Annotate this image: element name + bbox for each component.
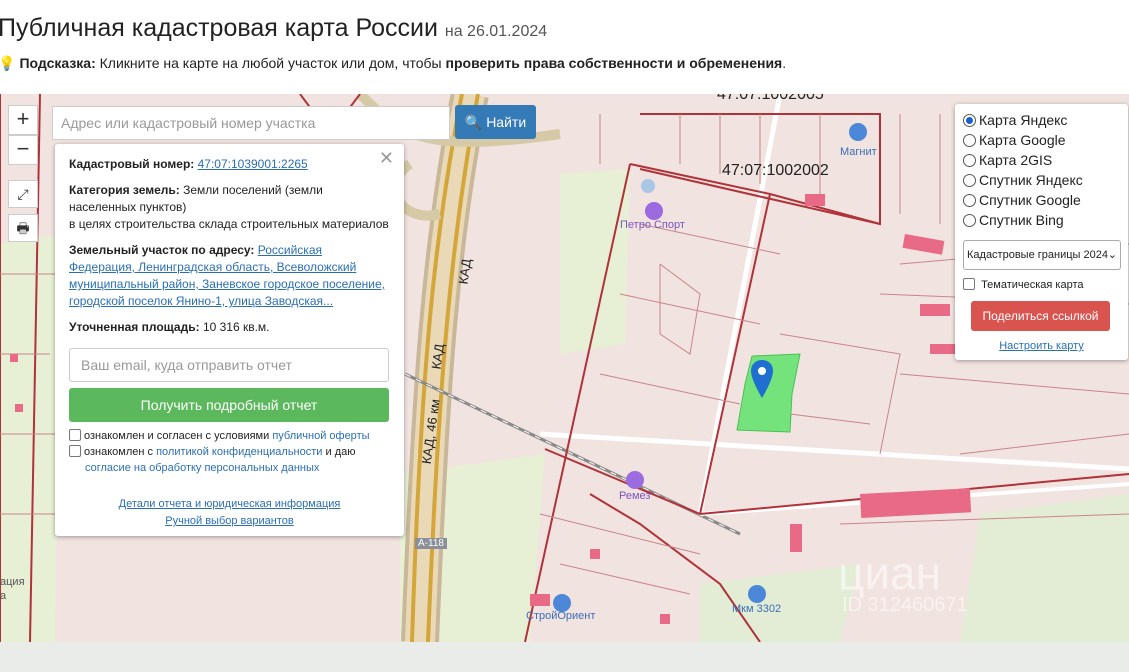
plot-marker-icon[interactable]: [751, 360, 773, 403]
map-label-left-3: а: [0, 590, 7, 602]
radio-icon: [963, 214, 976, 227]
hint-end: .: [782, 55, 787, 71]
report-details-row: Детали отчета и юридическая информация: [55, 496, 404, 512]
thematic-label: Тематическая карта: [981, 279, 1084, 291]
layer-option-label: Спутник Google: [979, 192, 1081, 208]
radio-icon: [963, 134, 976, 147]
select-value: Кадастровые границы 2024: [967, 249, 1108, 261]
layer-option-2gis-map[interactable]: Карта 2GIS: [963, 150, 1120, 170]
hint-text: Кликните на карте на любой участок или д…: [99, 55, 442, 71]
consent2-mid: и даю: [325, 446, 356, 458]
data-consent-link[interactable]: согласие на обработку персональных данны…: [85, 462, 319, 474]
thematic-map-toggle[interactable]: Тематическая карта: [963, 278, 1120, 291]
cadastral-number-row: Кадастровый номер: 47:07:1039001:2265: [69, 156, 390, 173]
layer-option-label: Карта Google: [979, 132, 1066, 148]
fullscreen-button[interactable]: ⤢: [8, 180, 38, 208]
share-link-button[interactable]: Поделиться ссылкой: [971, 301, 1110, 331]
radio-icon: [963, 174, 976, 187]
search-input[interactable]: Адрес или кадастровый номер участка: [52, 106, 450, 140]
category-label: Категория земель:: [69, 183, 180, 197]
watermark-id: ID 312460671: [842, 594, 968, 616]
cad-label: Кадастровый номер:: [69, 157, 195, 171]
radio-icon: [963, 194, 976, 207]
title-text: Публичная кадастровая карта России: [0, 14, 438, 42]
zoom-out-button[interactable]: −: [8, 135, 38, 165]
chevron-down-icon: ⌄: [1107, 249, 1117, 261]
map-bottom-strip: [0, 642, 1129, 672]
offer-checkbox[interactable]: [69, 429, 81, 441]
hint-bold: проверить права собственности и обремене…: [445, 55, 783, 71]
report-details-link[interactable]: Детали отчета и юридическая информация: [119, 498, 341, 510]
title-date: на 26.01.2024: [444, 23, 548, 40]
print-button[interactable]: 🖶: [8, 214, 38, 242]
hint-line: 💡 Подсказка: Кликните на карте на любой у…: [0, 55, 786, 72]
thematic-checkbox[interactable]: [963, 278, 975, 290]
layer-option-label: Карта 2GIS: [979, 152, 1053, 168]
poi-magnit[interactable]: Магнит: [840, 146, 877, 158]
poi-petro-sport[interactable]: Петро Спорт: [620, 219, 685, 231]
page-title: Публичная кадастровая карта России на 26…: [0, 14, 547, 43]
address-label: Земельный участок по адресу:: [69, 243, 255, 257]
expand-icon: ⤢: [17, 186, 29, 202]
search-button-label: Найти: [486, 114, 527, 130]
watermark: циан: [838, 547, 942, 599]
layers-panel: Карта Яндекс Карта Google Карта 2GIS Спу…: [955, 104, 1128, 360]
email-field[interactable]: Ваш email, куда отправить отчет: [69, 348, 389, 382]
layer-option-label: Спутник Bing: [979, 212, 1064, 228]
layer-option-label: Карта Яндекс: [979, 112, 1068, 128]
search-icon: 🔍: [464, 114, 483, 130]
configure-map-row: Настроить карту: [963, 340, 1120, 352]
consent1-text: ознакомлен и согласен с условиями: [84, 430, 270, 442]
radio-selected-icon: [963, 114, 976, 127]
address-row: Земельный участок по адресу: Российская …: [69, 242, 390, 310]
consent2-text: ознакомлен с: [84, 446, 154, 458]
map-label-left-2: ация: [0, 576, 25, 588]
category-purpose: в целях строительства склада строительны…: [69, 217, 389, 231]
cadastral-layer-select[interactable]: Кадастровые границы 2024 ⌄: [963, 240, 1121, 270]
plot-label-1002002: 47:07:1002002: [722, 162, 829, 179]
privacy-checkbox[interactable]: [69, 445, 81, 457]
poi-stroyorient[interactable]: СтройОриент: [526, 610, 595, 622]
category-row: Категория земель: Земли поселений (земли…: [69, 182, 390, 233]
privacy-link[interactable]: политикой конфиденциальности: [156, 446, 322, 458]
cadastral-number-link[interactable]: 47:07:1039001:2265: [198, 157, 308, 171]
area-label: Уточненная площадь:: [69, 320, 200, 334]
manual-choice-link[interactable]: Ручной выбор вариантов: [165, 515, 293, 527]
consent-offer-row: ознакомлен и согласен с условиями публич…: [69, 428, 390, 444]
layer-option-label: Спутник Яндекс: [979, 172, 1083, 188]
route-badge-a118: А-118: [415, 538, 447, 549]
area-row: Уточненная площадь: 10 316 кв.м.: [69, 319, 390, 336]
poi-remez[interactable]: Ремез: [619, 490, 650, 502]
configure-map-link[interactable]: Настроить карту: [999, 340, 1084, 352]
offer-link[interactable]: публичной оферты: [272, 430, 369, 442]
area-value: 10 316 кв.м.: [202, 320, 270, 334]
layer-option-bing-satellite[interactable]: Спутник Bing: [963, 210, 1120, 230]
get-report-button[interactable]: Получить подробный отчет: [69, 388, 389, 422]
plot-label-1002005: 47:07:1002005: [717, 94, 824, 103]
poi-mkm[interactable]: Мкм 3302: [732, 603, 781, 615]
printer-icon: 🖶: [16, 220, 30, 236]
manual-choice-row: Ручной выбор вариантов: [55, 513, 404, 529]
consent-privacy-row: ознакомлен с политикой конфиденциальност…: [69, 444, 390, 476]
layer-option-google-satellite[interactable]: Спутник Google: [963, 190, 1120, 210]
layer-option-google-map[interactable]: Карта Google: [963, 130, 1120, 150]
search-button[interactable]: 🔍 Найти: [455, 105, 536, 139]
close-icon[interactable]: ✕: [379, 149, 394, 167]
zoom-in-button[interactable]: +: [8, 105, 38, 135]
lightbulb-icon: 💡: [0, 55, 16, 71]
hint-label: Подсказка:: [19, 55, 96, 71]
layer-option-yandex-satellite[interactable]: Спутник Яндекс: [963, 170, 1120, 190]
layer-option-yandex-map[interactable]: Карта Яндекс: [963, 110, 1120, 130]
parcel-info-panel: ✕ Кадастровый номер: 47:07:1039001:2265 …: [55, 144, 404, 536]
radio-icon: [963, 154, 976, 167]
